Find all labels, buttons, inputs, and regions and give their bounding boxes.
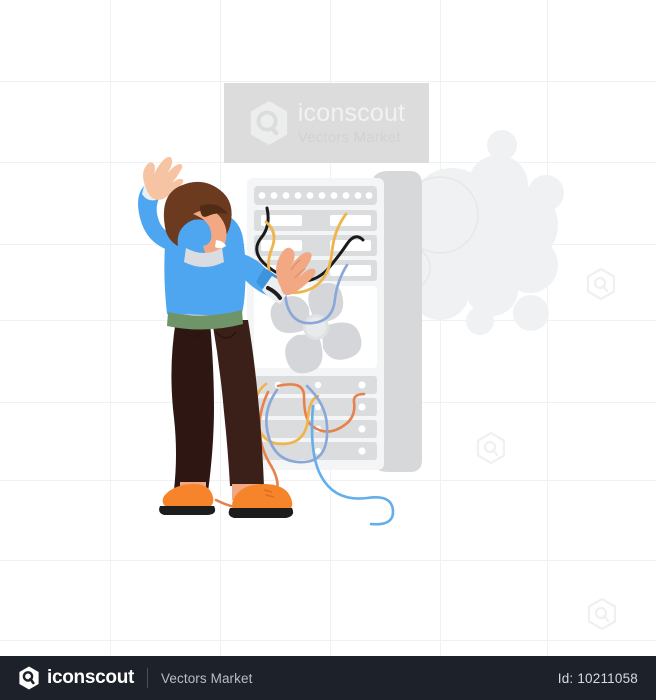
footer-divider (147, 668, 149, 688)
artboard: iconscout Vectors Market (0, 0, 656, 656)
footer-market-label: Vectors Market (161, 670, 253, 686)
footer-bar: iconscout Vectors Market Id: 10211058 (0, 656, 656, 700)
leg-back (171, 320, 214, 492)
illustration-stage: iconscout Vectors Market iconscout Vecto… (0, 0, 656, 700)
footer-id-label: Id: 10211058 (557, 670, 638, 686)
server-illustration (138, 156, 422, 526)
footer-logo[interactable]: iconscout (18, 666, 134, 690)
footer-brand: iconscout (47, 667, 135, 688)
iconscout-logo-icon (19, 666, 39, 690)
shoe-back (159, 484, 216, 515)
